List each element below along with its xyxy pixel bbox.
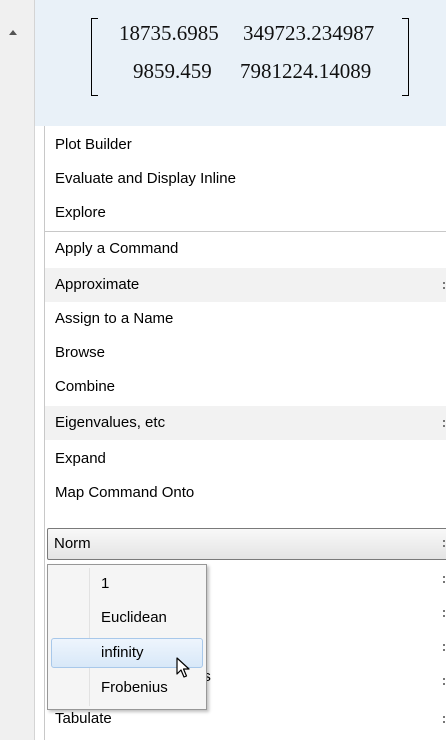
matrix-cell: 9859.459 — [133, 59, 212, 83]
menu-item-combine[interactable]: Combine — [45, 370, 446, 404]
menu-item-norm[interactable]: Norm — [47, 528, 446, 560]
matrix-cell: 7981224.14089 — [240, 59, 372, 83]
norm-submenu: 1 Euclidean infinity Frobenius — [47, 564, 207, 710]
document-output-area: 18735.6985 349723.234987 9859.459 798122… — [35, 0, 446, 126]
matrix-cell: 349723.234987 — [243, 21, 375, 45]
menu-item-approximate[interactable]: Approximate — [45, 268, 446, 302]
menu-item-plot-builder[interactable]: Plot Builder — [45, 128, 446, 162]
menu-item-assign-name[interactable]: Assign to a Name — [45, 302, 446, 336]
menu-item-browse[interactable]: Browse — [45, 336, 446, 370]
menu-item-apply-command[interactable]: Apply a Command — [45, 232, 446, 266]
submenu-item-1[interactable]: 1 — [51, 569, 203, 599]
menu-item-partial-label[interactable]: ns — [195, 660, 315, 694]
menu-item-map-command[interactable]: Map Command Onto — [45, 476, 446, 510]
menu-item-evaluate-inline[interactable]: Evaluate and Display Inline — [45, 162, 446, 196]
vertical-scrollbar[interactable] — [0, 0, 35, 740]
arrow-pointer-icon — [176, 657, 190, 678]
menu-item-expand[interactable]: Expand — [45, 442, 446, 476]
scroll-up-arrow-icon[interactable] — [9, 30, 17, 35]
matrix-cell: 18735.6985 — [119, 21, 219, 45]
right-bracket — [402, 18, 409, 96]
submenu-item-euclidean[interactable]: Euclidean — [51, 603, 203, 633]
matrix-output[interactable]: 18735.6985 349723.234987 9859.459 798122… — [91, 16, 409, 98]
left-bracket — [91, 18, 98, 96]
menu-item-eigenvalues[interactable]: Eigenvalues, etc — [45, 406, 446, 440]
menu-item-explore[interactable]: Explore — [45, 196, 446, 230]
